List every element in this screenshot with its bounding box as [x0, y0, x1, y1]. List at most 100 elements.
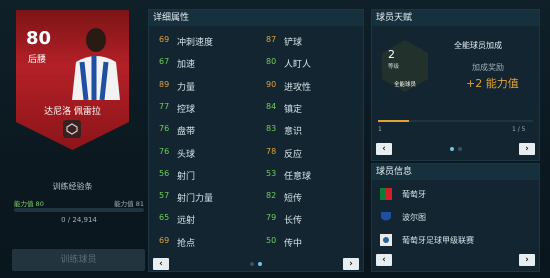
stat-row: 76 头球 — [151, 142, 256, 162]
stat-name: 力量 — [177, 82, 196, 93]
stat-row: 80 人盯人 — [258, 52, 363, 72]
stats-panel: 详细属性 69 冲刺速度 67 加速 89 力量 77 控球 76 盘带 76 头球 56 射门 57 射门力… — [148, 9, 364, 272]
stat-value: 53 — [266, 168, 277, 178]
stat-name: 人盯人 — [284, 60, 312, 71]
training-labels: 能力值 80 能力值 81 — [14, 198, 144, 208]
next-ability-label: 能力值 81 — [114, 200, 144, 208]
nationality-row[interactable]: 葡萄牙 — [372, 184, 539, 204]
stat-value: 76 — [159, 124, 170, 134]
stat-value: 84 — [266, 101, 277, 111]
stat-value: 80 — [266, 57, 277, 67]
stat-name: 冲刺速度 — [177, 38, 214, 48]
stat-row: 83 意识 — [258, 119, 363, 139]
portugal-flag-icon — [380, 188, 392, 200]
stat-value: 57 — [159, 191, 170, 201]
stat-row: 69 抢点 — [151, 231, 256, 251]
stat-value: 77 — [159, 101, 170, 111]
stat-row: 53 任意球 — [258, 164, 363, 184]
stat-row: 56 射门 — [151, 164, 256, 184]
stat-value: 69 — [159, 235, 170, 245]
stat-value: 82 — [266, 191, 277, 201]
stat-row: 79 长传 — [258, 208, 363, 228]
talent-pager: ‹ › — [376, 142, 535, 156]
stat-value: 90 — [266, 79, 277, 89]
talent-next-button[interactable]: › — [519, 143, 535, 155]
player-rating: 80 — [26, 28, 52, 49]
stat-row: 69 冲刺速度 — [151, 30, 256, 50]
stat-name: 传中 — [284, 238, 303, 249]
stat-value: 76 — [159, 146, 170, 156]
stat-name: 抢点 — [177, 238, 196, 249]
stat-name: 进攻性 — [284, 82, 312, 93]
page-dot[interactable] — [258, 262, 262, 266]
stat-row: 50 传中 — [258, 231, 363, 251]
league-row[interactable]: 葡萄牙足球甲级联赛 — [372, 230, 539, 250]
card-badge-icon — [63, 120, 81, 138]
info-prev-button[interactable]: ‹ — [376, 254, 392, 266]
stat-name: 短传 — [284, 194, 303, 205]
stat-name: 任意球 — [284, 171, 312, 182]
stat-name: 意识 — [284, 127, 303, 138]
talent-skill-name: 全能球员加成 — [454, 41, 502, 50]
talent-skill-icon[interactable]: 2 等级 全能球员 — [382, 40, 428, 92]
talent-prev-button[interactable]: ‹ — [376, 143, 392, 155]
stat-value: 56 — [159, 168, 170, 178]
bonus-label: 加成奖励 — [472, 63, 504, 72]
stat-row: 87 铲球 — [258, 30, 363, 50]
stat-value: 79 — [266, 213, 277, 223]
stat-row: 89 力量 — [151, 75, 256, 95]
stat-value: 67 — [159, 57, 170, 67]
stat-name: 远射 — [177, 216, 196, 227]
stat-value: 50 — [266, 235, 277, 245]
stat-value: 65 — [159, 213, 170, 223]
training-count: 0 / 24,914 — [61, 216, 97, 224]
page-dot[interactable] — [457, 147, 462, 151]
stat-value: 69 — [159, 35, 170, 44]
stat-name: 反应 — [284, 149, 303, 160]
stat-name: 射门 — [177, 171, 196, 182]
stat-name: 铲球 — [284, 38, 303, 48]
stat-name: 长传 — [284, 216, 303, 227]
stats-pager: ‹ › — [153, 257, 359, 271]
stat-row: 84 镇定 — [258, 97, 363, 117]
stat-row: 77 控球 — [151, 97, 256, 117]
player-name: 达尼洛 佩雷拉 — [44, 107, 101, 117]
info-pager: ‹ › — [376, 253, 535, 267]
slider-min-label: 1 — [378, 126, 382, 133]
player-card[interactable]: 80 后腰 达尼洛 佩雷拉 — [16, 10, 129, 150]
page-dot[interactable] — [250, 262, 254, 266]
info-next-button[interactable]: › — [519, 254, 535, 266]
league-logo-icon — [380, 234, 392, 246]
stats-next-button[interactable]: › — [343, 258, 359, 270]
bonus-value: +2 能力值 — [466, 77, 519, 90]
stat-value: 83 — [266, 124, 277, 134]
stats-prev-button[interactable]: ‹ — [153, 258, 169, 270]
stat-row: 78 反应 — [258, 142, 363, 162]
talent-panel: 球员天赋 2 等级 全能球员 全能球员加成 加成奖励 +2 能力值 1 1 / … — [371, 9, 540, 161]
player-photo — [72, 28, 120, 100]
talent-level-label: 等级 — [388, 64, 400, 70]
talent-slider[interactable] — [378, 120, 533, 122]
player-position: 后腰 — [28, 55, 47, 65]
talent-skill-title: 全能球员 — [393, 82, 416, 88]
train-player-button[interactable]: 训练球员 — [12, 249, 145, 271]
training-progress-bar — [14, 208, 144, 212]
porto-crest-icon — [380, 211, 392, 223]
talent-title: 球员天赋 — [372, 10, 539, 26]
player-info-panel: 球员信息 葡萄牙 波尔图 葡萄牙足球甲级联赛 ‹ › — [371, 163, 540, 272]
stat-value: 89 — [159, 79, 170, 89]
stat-name: 盘带 — [177, 127, 196, 138]
stat-name: 射门力量 — [177, 194, 214, 205]
talent-level: 2 — [388, 48, 395, 61]
stat-row: 76 盘带 — [151, 119, 256, 139]
stat-row: 82 短传 — [258, 186, 363, 206]
stat-value: 87 — [266, 35, 277, 44]
stat-row: 90 进攻性 — [258, 75, 363, 95]
page-dot[interactable] — [449, 147, 454, 151]
club-row[interactable]: 波尔图 — [372, 207, 539, 227]
player-info-title: 球员信息 — [372, 164, 539, 180]
stat-row: 65 远射 — [151, 208, 256, 228]
stat-value: 78 — [266, 146, 277, 156]
slider-count-label: 1 / 5 — [512, 126, 526, 133]
current-ability-label: 能力值 80 — [14, 200, 44, 208]
